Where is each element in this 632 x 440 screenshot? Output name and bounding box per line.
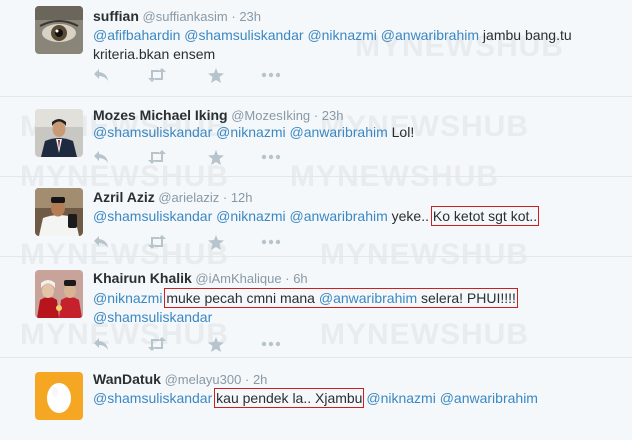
more-icon[interactable]	[261, 235, 281, 251]
avatar[interactable]	[35, 372, 83, 420]
tweet-text: @shamsuliskandar kau pendek la.. Xjambu …	[93, 388, 613, 408]
avatar[interactable]	[35, 109, 83, 157]
author-name[interactable]: Mozes Michael Iking	[93, 107, 228, 123]
separator-dot: ·	[231, 9, 236, 24]
mention-link[interactable]: @niknazmi	[93, 290, 162, 306]
author-name[interactable]: Khairun Khalik	[93, 270, 192, 286]
retweet-icon[interactable]	[147, 337, 167, 353]
author-name[interactable]: Azril Aziz	[93, 189, 155, 205]
separator-dot: ·	[285, 271, 290, 286]
author-handle[interactable]: @suffiankasim	[143, 9, 228, 24]
mention-link[interactable]: @niknazmi	[216, 124, 285, 140]
reply-icon[interactable]	[93, 235, 113, 251]
more-icon[interactable]	[261, 337, 281, 353]
tweet-time[interactable]: 23h	[322, 108, 344, 123]
mention-link[interactable]: @shamsuliskandar	[93, 309, 212, 325]
tweet-text-segment: selera! PHUI!!!!	[417, 290, 516, 306]
highlighted-text: muke pecah cmni mana @anwaribrahim seler…	[164, 288, 518, 308]
tweet-text: @shamsuliskandar @niknazmi @anwaribrahim…	[93, 123, 613, 142]
mention-link[interactable]: @shamsuliskandar	[93, 124, 212, 140]
mention-link[interactable]: @shamsuliskandar	[93, 208, 212, 224]
more-icon[interactable]	[261, 150, 281, 166]
author-name[interactable]: suffian	[93, 8, 139, 24]
retweet-icon[interactable]	[147, 235, 167, 251]
author-handle[interactable]: @melayu300	[165, 372, 242, 387]
mention-link[interactable]: @anwaribrahim	[319, 290, 417, 306]
avatar[interactable]	[35, 6, 83, 54]
tweet-item[interactable]: Khairun Khalik @iAmKhalique · 6h @niknaz…	[0, 257, 632, 358]
author-handle[interactable]: @arielaziz	[158, 190, 219, 205]
author-handle[interactable]: @MozesIking	[231, 108, 310, 123]
separator-dot: ·	[313, 108, 319, 123]
favorite-icon[interactable]	[208, 68, 228, 84]
more-icon[interactable]	[261, 68, 281, 84]
separator-dot: ·	[222, 190, 228, 205]
avatar[interactable]	[35, 188, 83, 236]
author-handle[interactable]: @iAmKhalique	[195, 271, 281, 286]
favorite-icon[interactable]	[208, 337, 228, 353]
tweet-text: @afifbahardin @shamsuliskandar @niknazmi…	[93, 26, 613, 64]
mention-link[interactable]: @niknazmi	[216, 208, 285, 224]
tweet-item[interactable]: Mozes Michael Iking @MozesIking · 23h @s…	[0, 97, 632, 177]
mention-link[interactable]: @anwaribrahim	[290, 124, 388, 140]
tweet-time[interactable]: 6h	[293, 271, 307, 286]
tweet-item[interactable]: Azril Aziz @arielaziz · 12h @shamsuliska…	[0, 177, 632, 257]
reply-icon[interactable]	[93, 337, 113, 353]
tweet-item[interactable]: WanDatuk @melayu300 · 2h @shamsuliskanda…	[0, 358, 632, 440]
mention-link[interactable]: @afifbahardin	[93, 27, 180, 43]
mention-link[interactable]: @shamsuliskandar	[93, 390, 212, 406]
mention-link[interactable]: @anwaribrahim	[440, 390, 538, 406]
mention-link[interactable]: @anwaribrahim	[381, 27, 479, 43]
favorite-icon[interactable]	[208, 235, 228, 251]
mention-link[interactable]: @niknazmi	[366, 390, 435, 406]
highlighted-text: kau pendek la.. Xjambu	[214, 388, 365, 408]
avatar[interactable]	[35, 270, 83, 318]
tweet-time[interactable]: 2h	[253, 372, 267, 387]
separator-dot: ·	[244, 372, 250, 387]
author-name[interactable]: WanDatuk	[93, 371, 161, 387]
tweet-item[interactable]: suffian @suffiankasim · 23h @afifbahardi…	[0, 0, 632, 97]
mention-link[interactable]: @anwaribrahim	[290, 208, 388, 224]
retweet-icon[interactable]	[147, 150, 167, 166]
reply-icon[interactable]	[93, 150, 113, 166]
mention-link[interactable]: @shamsuliskandar	[184, 27, 303, 43]
tweet-text: @niknazmi muke pecah cmni mana @anwaribr…	[93, 288, 613, 327]
reply-icon[interactable]	[93, 68, 113, 84]
favorite-icon[interactable]	[208, 150, 228, 166]
tweet-text-segment: muke pecah cmni mana	[166, 290, 319, 306]
tweet-time[interactable]: 12h	[231, 190, 253, 205]
highlighted-text: Ko ketot sgt kot..	[430, 206, 540, 226]
tweet-time[interactable]: 23h	[239, 9, 261, 24]
tweet-text-segment: yeke..	[387, 208, 433, 224]
tweet-text-segment: Lol!	[387, 124, 415, 140]
mention-link[interactable]: @niknazmi	[307, 27, 376, 43]
tweet-text: @shamsuliskandar @niknazmi @anwaribrahim…	[93, 206, 613, 226]
retweet-icon[interactable]	[147, 68, 167, 84]
